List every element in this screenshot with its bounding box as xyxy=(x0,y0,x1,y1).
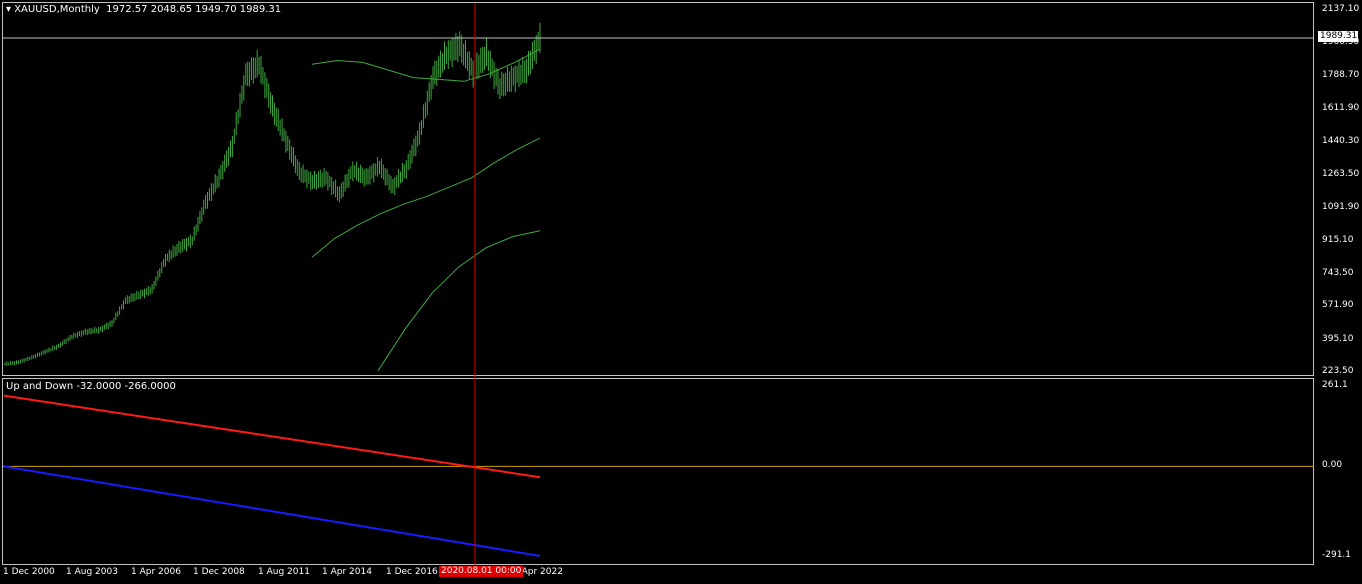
date-tick-label: 1 Apr 2006 xyxy=(131,567,181,577)
date-tick-label: 1 Aug 2003 xyxy=(66,567,118,577)
chart-title: ▾ XAUUSD,Monthly 1972.57 2048.65 1949.70… xyxy=(6,4,282,15)
ma-lower-line xyxy=(377,230,541,372)
up-line xyxy=(3,394,541,479)
date-tick-label: 1 Apr 2014 xyxy=(322,567,372,577)
price-tick-label: 1263.50 xyxy=(1322,169,1360,180)
date-tick-label: 1 Dec 2000 xyxy=(3,567,55,577)
price-tick-label: 223.50 xyxy=(1322,366,1354,376)
price-tick-label: 395.10 xyxy=(1322,333,1354,344)
indicator-tick-label: -291.1 xyxy=(1322,550,1352,560)
price-tick-label: 743.50 xyxy=(1322,267,1354,278)
price-tick-label: 1440.30 xyxy=(1322,135,1360,146)
price-tick-label: 915.10 xyxy=(1322,235,1354,246)
indicator-title: Up and Down -32.0000 -266.0000 xyxy=(6,381,176,392)
indicator-tick-label: 0.00 xyxy=(1322,460,1343,471)
price-chart[interactable] xyxy=(0,0,1362,584)
price-tick-label: 1788.70 xyxy=(1322,69,1360,80)
date-tick-label: 1 Aug 2011 xyxy=(258,567,310,577)
price-tick-label: 571.90 xyxy=(1322,300,1354,311)
ohlc-values: 1972.57 2048.65 1949.70 1989.31 xyxy=(106,4,282,15)
symbol-label: XAUUSD,Monthly xyxy=(14,4,100,15)
price-tick-label: 2137.10 xyxy=(1322,4,1360,14)
current-price-tag: 1989.31 xyxy=(1318,31,1358,42)
down-line xyxy=(3,465,541,557)
date-tick-label: 1 Dec 2008 xyxy=(193,567,245,577)
indicator-tick-label: 261.1 xyxy=(1322,380,1348,390)
price-tick-label: 1091.90 xyxy=(1322,201,1360,212)
date-tick-label: 1 Dec 2016 xyxy=(386,567,438,577)
crosshair-date-label: 2020.08.01 00:00 xyxy=(439,566,524,577)
price-tick-label: 1611.90 xyxy=(1322,103,1360,114)
